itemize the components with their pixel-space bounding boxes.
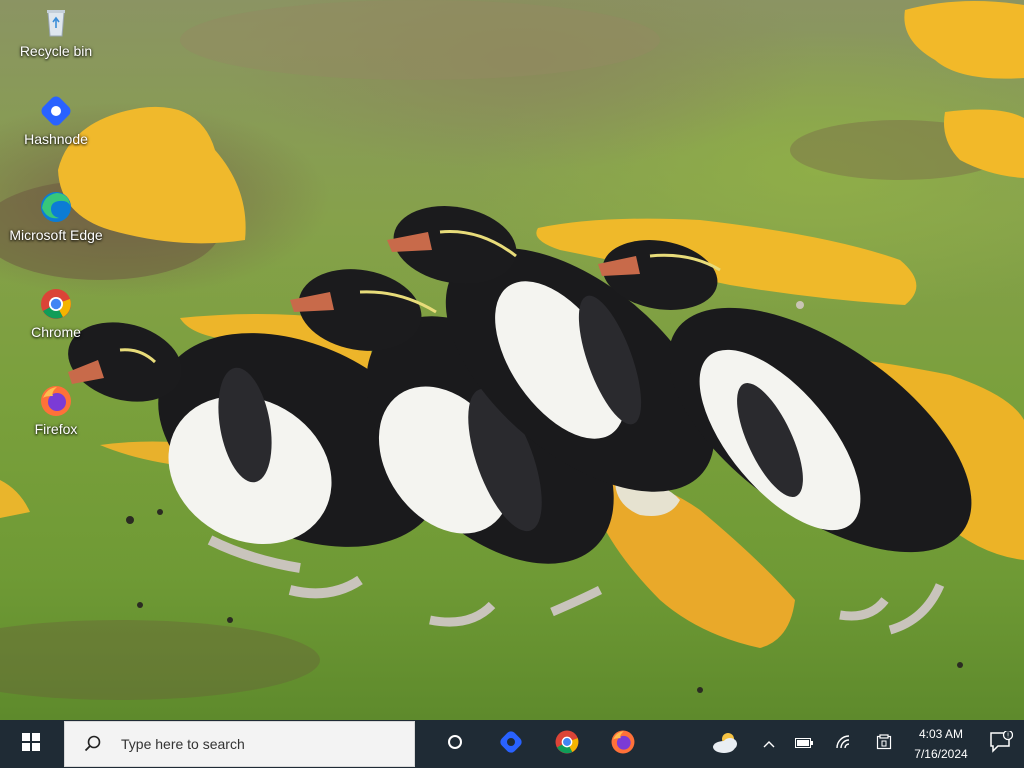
taskbar-app-firefox[interactable] — [595, 720, 651, 768]
chevron-up-icon — [763, 735, 775, 753]
show-hidden-icons-button[interactable] — [754, 720, 784, 768]
network-button[interactable] — [824, 720, 864, 768]
wifi-icon — [836, 734, 852, 754]
weather-widget[interactable] — [698, 720, 754, 768]
search-placeholder: Type here to search — [121, 736, 245, 752]
chrome-icon — [554, 729, 580, 760]
battery-icon — [795, 735, 813, 753]
wallpaper-penguins-scene — [0, 0, 1024, 700]
hashnode-icon — [39, 94, 73, 128]
hashnode-icon — [498, 729, 524, 760]
clock-time: 4:03 AM — [918, 727, 963, 741]
desktop-icon-label: Hashnode — [24, 131, 88, 147]
notification-center-button[interactable]: ! — [978, 720, 1024, 768]
desktop-icon-chrome[interactable]: Chrome — [8, 287, 104, 342]
edge-icon — [39, 190, 73, 224]
search-icon — [65, 735, 121, 753]
taskbar: Type here to search 4:03 AM 7/16/2024 ! — [0, 720, 1024, 768]
desktop-icon-label: Recycle bin — [19, 43, 93, 59]
tablet-mode-button[interactable] — [864, 720, 904, 768]
system-tray: 4:03 AM 7/16/2024 ! — [698, 720, 1024, 768]
windows-logo-icon — [22, 732, 40, 756]
battery-button[interactable] — [784, 720, 824, 768]
chrome-icon — [39, 287, 73, 321]
svg-text:!: ! — [1007, 731, 1010, 739]
weather-icon — [710, 729, 742, 760]
desktop-icon-label: Firefox — [34, 421, 78, 437]
desktop-icon-firefox[interactable]: Firefox — [8, 384, 104, 439]
start-button[interactable] — [0, 720, 62, 768]
taskbar-search-box[interactable]: Type here to search — [64, 721, 415, 767]
desktop-icon-label: Microsoft Edge — [9, 227, 103, 243]
clock-date: 7/16/2024 — [914, 747, 968, 761]
firefox-icon — [610, 729, 636, 760]
desktop-icon-recycle-bin[interactable]: Recycle bin — [8, 6, 104, 61]
notification-center-icon: ! — [989, 729, 1014, 758]
task-view-icon — [447, 734, 463, 755]
desktop-wallpaper — [0, 0, 1024, 720]
desktop-icon-microsoft-edge[interactable]: Microsoft Edge — [8, 190, 104, 245]
firefox-icon — [39, 384, 73, 418]
recycle-bin-icon — [39, 6, 73, 40]
desktop-icon-hashnode[interactable]: Hashnode — [8, 94, 104, 149]
taskbar-app-hashnode[interactable] — [483, 720, 539, 768]
taskbar-clock[interactable]: 4:03 AM 7/16/2024 — [904, 720, 978, 768]
taskbar-app-chrome[interactable] — [539, 720, 595, 768]
task-view-button[interactable] — [427, 720, 483, 768]
tablet-mode-icon — [876, 733, 892, 755]
desktop-icon-label: Chrome — [31, 324, 81, 340]
